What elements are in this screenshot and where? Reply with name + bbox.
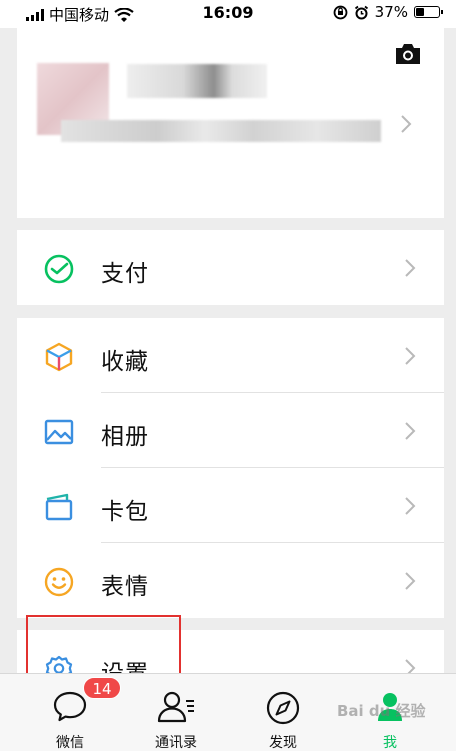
menu-item-cards[interactable]: 卡包	[17, 468, 444, 543]
compass-icon	[266, 691, 300, 725]
favorites-label: 收藏	[101, 349, 149, 375]
profile-card[interactable]	[17, 28, 444, 218]
menu-item-pay[interactable]: 支付	[17, 230, 444, 305]
alarm-icon	[354, 5, 368, 19]
chevron-right-icon	[405, 659, 416, 673]
smiley-icon	[44, 567, 74, 597]
pay-group: 支付	[17, 230, 444, 305]
battery-icon	[414, 6, 443, 18]
watermark: Bai du 经验	[337, 702, 426, 720]
camera-icon[interactable]	[394, 42, 422, 66]
account-id	[61, 120, 381, 142]
chevron-right-icon	[401, 115, 412, 133]
tab-contacts-label: 通讯录	[155, 735, 197, 751]
rotation-lock-icon	[333, 5, 348, 19]
tab-discover[interactable]: 发现	[243, 674, 323, 751]
unread-badge: 14	[83, 677, 121, 699]
menu-item-album[interactable]: 相册	[17, 393, 444, 468]
status-right: 37%	[333, 3, 443, 21]
battery-percent: 37%	[374, 3, 408, 21]
menu-item-stickers[interactable]: 表情	[17, 543, 444, 618]
tab-discover-label: 发现	[269, 735, 297, 751]
stickers-label: 表情	[101, 574, 149, 600]
chevron-right-icon	[405, 572, 416, 590]
tools-group: 收藏 相册 卡包 表情	[17, 318, 444, 618]
chevron-right-icon	[405, 497, 416, 515]
chat-bubble-icon	[53, 691, 87, 722]
pay-icon	[44, 254, 74, 284]
chevron-right-icon	[405, 347, 416, 365]
album-icon	[44, 419, 74, 445]
me-page: 支付 收藏 相册 卡包 表情	[0, 28, 456, 673]
contacts-icon	[157, 691, 194, 723]
nickname	[127, 64, 267, 98]
menu-item-favorites[interactable]: 收藏	[17, 318, 444, 393]
battery-fill	[416, 8, 424, 16]
pay-label: 支付	[101, 261, 149, 287]
chevron-right-icon	[405, 422, 416, 440]
album-label: 相册	[101, 424, 149, 450]
status-bar: 中国移动 16:09 37%	[0, 0, 456, 28]
tab-me-label: 我	[383, 735, 397, 751]
tab-chats-label: 微信	[56, 735, 84, 751]
favorites-cube-icon	[45, 342, 73, 372]
cards-label: 卡包	[101, 499, 149, 525]
tab-contacts[interactable]: 通讯录	[136, 674, 216, 751]
chevron-right-icon	[405, 259, 416, 277]
wallet-icon	[45, 493, 73, 521]
